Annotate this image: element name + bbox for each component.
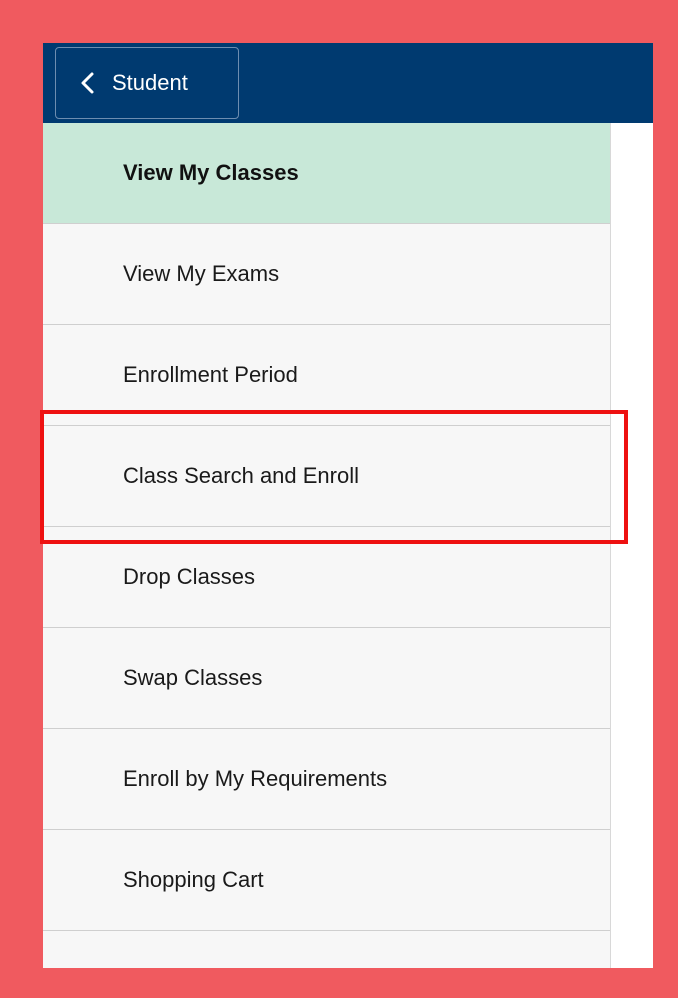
back-to-student-button[interactable]: Student — [55, 47, 239, 119]
menu-item-enroll-by-my-requirements[interactable]: Enroll by My Requirements — [43, 729, 610, 830]
menu-item-view-my-classes[interactable]: View My Classes — [43, 123, 610, 224]
top-navigation-bar: Student — [43, 43, 653, 123]
menu-item-drop-classes[interactable]: Drop Classes — [43, 527, 610, 628]
back-button-label: Student — [112, 70, 188, 95]
menu-item-class-search-and-enroll[interactable]: Class Search and Enroll — [43, 426, 610, 527]
menu-item-view-my-exams[interactable]: View My Exams — [43, 224, 610, 325]
menu-item-shopping-cart[interactable]: Shopping Cart — [43, 830, 610, 931]
menu-item-enrollment-period[interactable]: Enrollment Period — [43, 325, 610, 426]
student-navigation-menu: View My Classes View My Exams Enrollment… — [43, 123, 611, 968]
chevron-left-icon — [76, 71, 100, 95]
menu-item-partial[interactable] — [43, 931, 610, 968]
menu-item-swap-classes[interactable]: Swap Classes — [43, 628, 610, 729]
app-panel: Student View My Classes View My Exams En… — [43, 43, 653, 968]
